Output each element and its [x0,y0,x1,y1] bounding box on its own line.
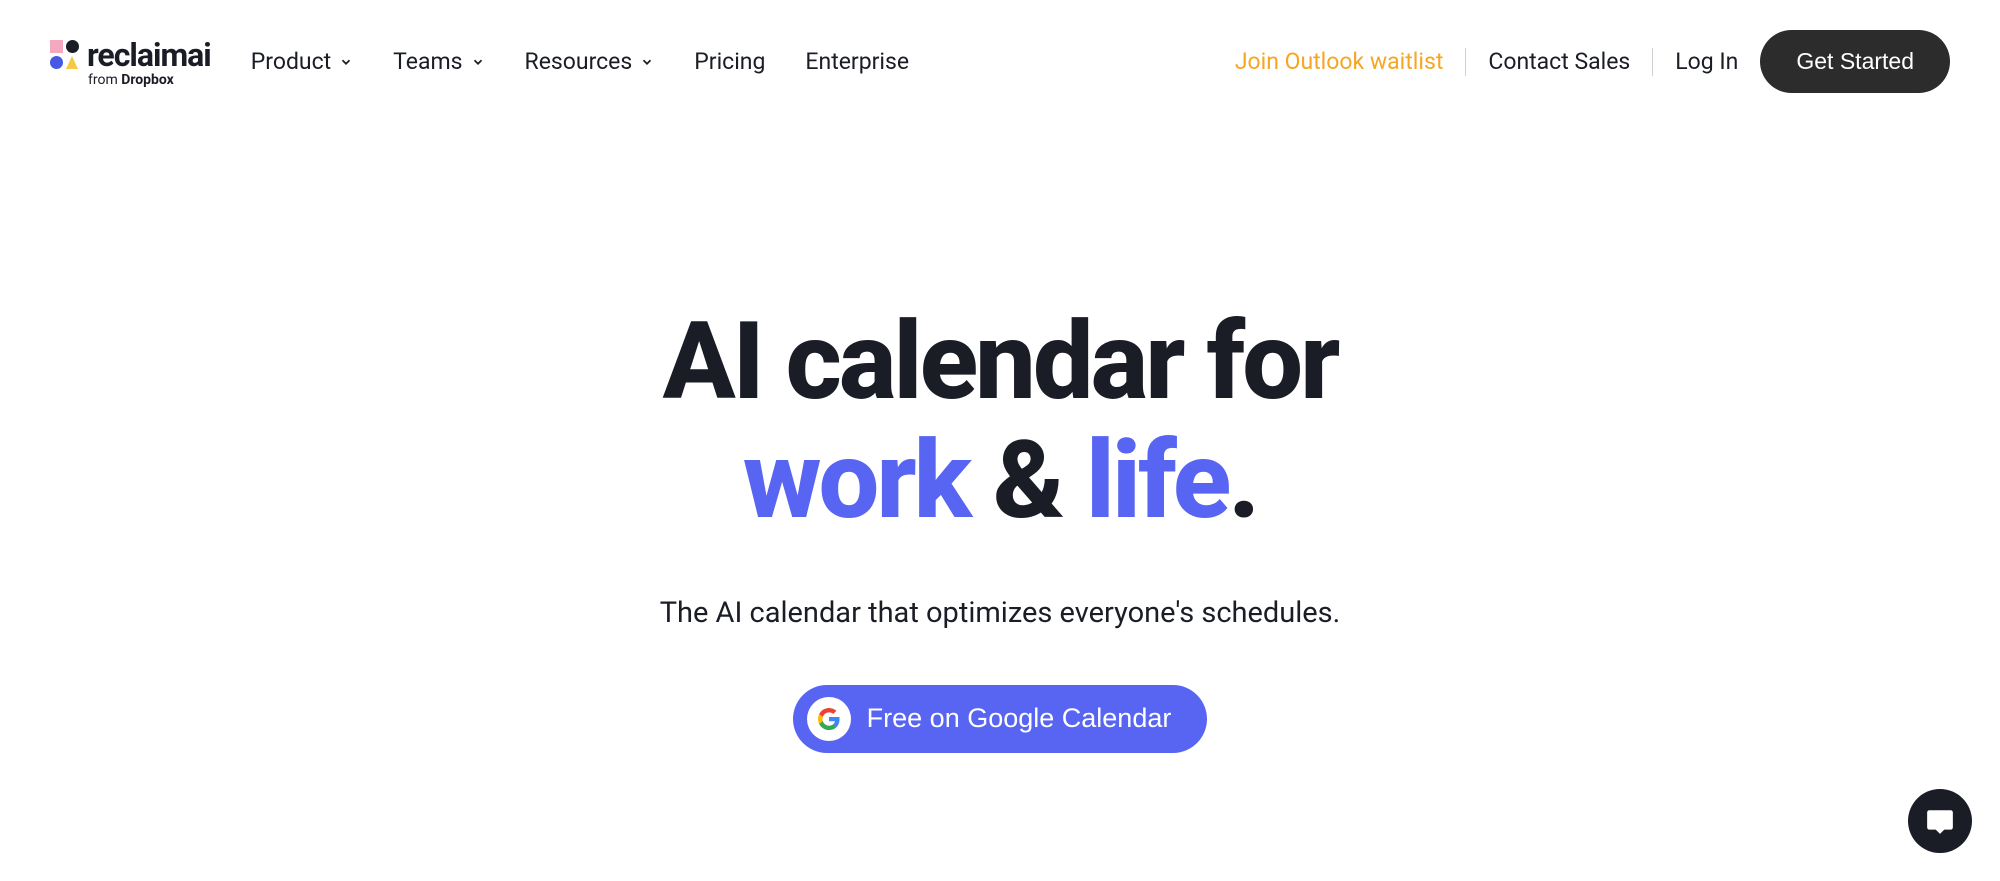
nav-label: Pricing [694,48,765,75]
chat-icon [1925,806,1955,836]
chevron-down-icon [471,55,485,69]
divider [1652,48,1653,76]
hero-title-work: work [743,418,969,544]
cta-label: Free on Google Calendar [867,703,1172,734]
logo-subtext: from Dropbox [88,72,174,88]
nav-left: Product Teams Resources Pricing Enterpri… [251,48,909,75]
nav-enterprise[interactable]: Enterprise [805,48,909,75]
nav-teams[interactable]: Teams [393,48,484,75]
hero-subtitle: The AI calendar that optimizes everyone'… [0,596,2000,630]
hero-title-amp: & [969,418,1086,544]
nav-pricing[interactable]: Pricing [694,48,765,75]
nav-label: Resources [525,48,633,75]
hero-section: AI calendar for work & life. The AI cale… [0,303,2000,753]
header: reclaimai from Dropbox Product Teams Res… [0,0,2000,123]
nav-label: Teams [393,48,462,75]
hero-title-period: . [1228,418,1257,544]
logo[interactable]: reclaimai from Dropbox [50,36,211,88]
google-icon [807,697,851,741]
divider [1465,48,1466,76]
contact-sales-link[interactable]: Contact Sales [1488,48,1630,75]
nav-right: Join Outlook waitlist Contact Sales Log … [1235,30,1950,93]
logo-icon [50,40,79,69]
hero-title-life: life [1086,418,1229,544]
hero-title-line1: AI calendar for [663,299,1338,425]
chevron-down-icon [339,55,353,69]
logo-text: reclaimai [87,36,211,74]
google-calendar-cta-button[interactable]: Free on Google Calendar [793,685,1208,753]
get-started-button[interactable]: Get Started [1760,30,1950,93]
nav-resources[interactable]: Resources [525,48,655,75]
outlook-waitlist-link[interactable]: Join Outlook waitlist [1235,48,1444,75]
chat-widget-button[interactable] [1908,789,1972,853]
chevron-down-icon [640,55,654,69]
login-link[interactable]: Log In [1675,48,1738,75]
hero-title: AI calendar for work & life. [0,303,2000,541]
nav-label: Product [251,48,331,75]
nav-product[interactable]: Product [251,48,353,75]
nav-label: Enterprise [805,48,909,75]
